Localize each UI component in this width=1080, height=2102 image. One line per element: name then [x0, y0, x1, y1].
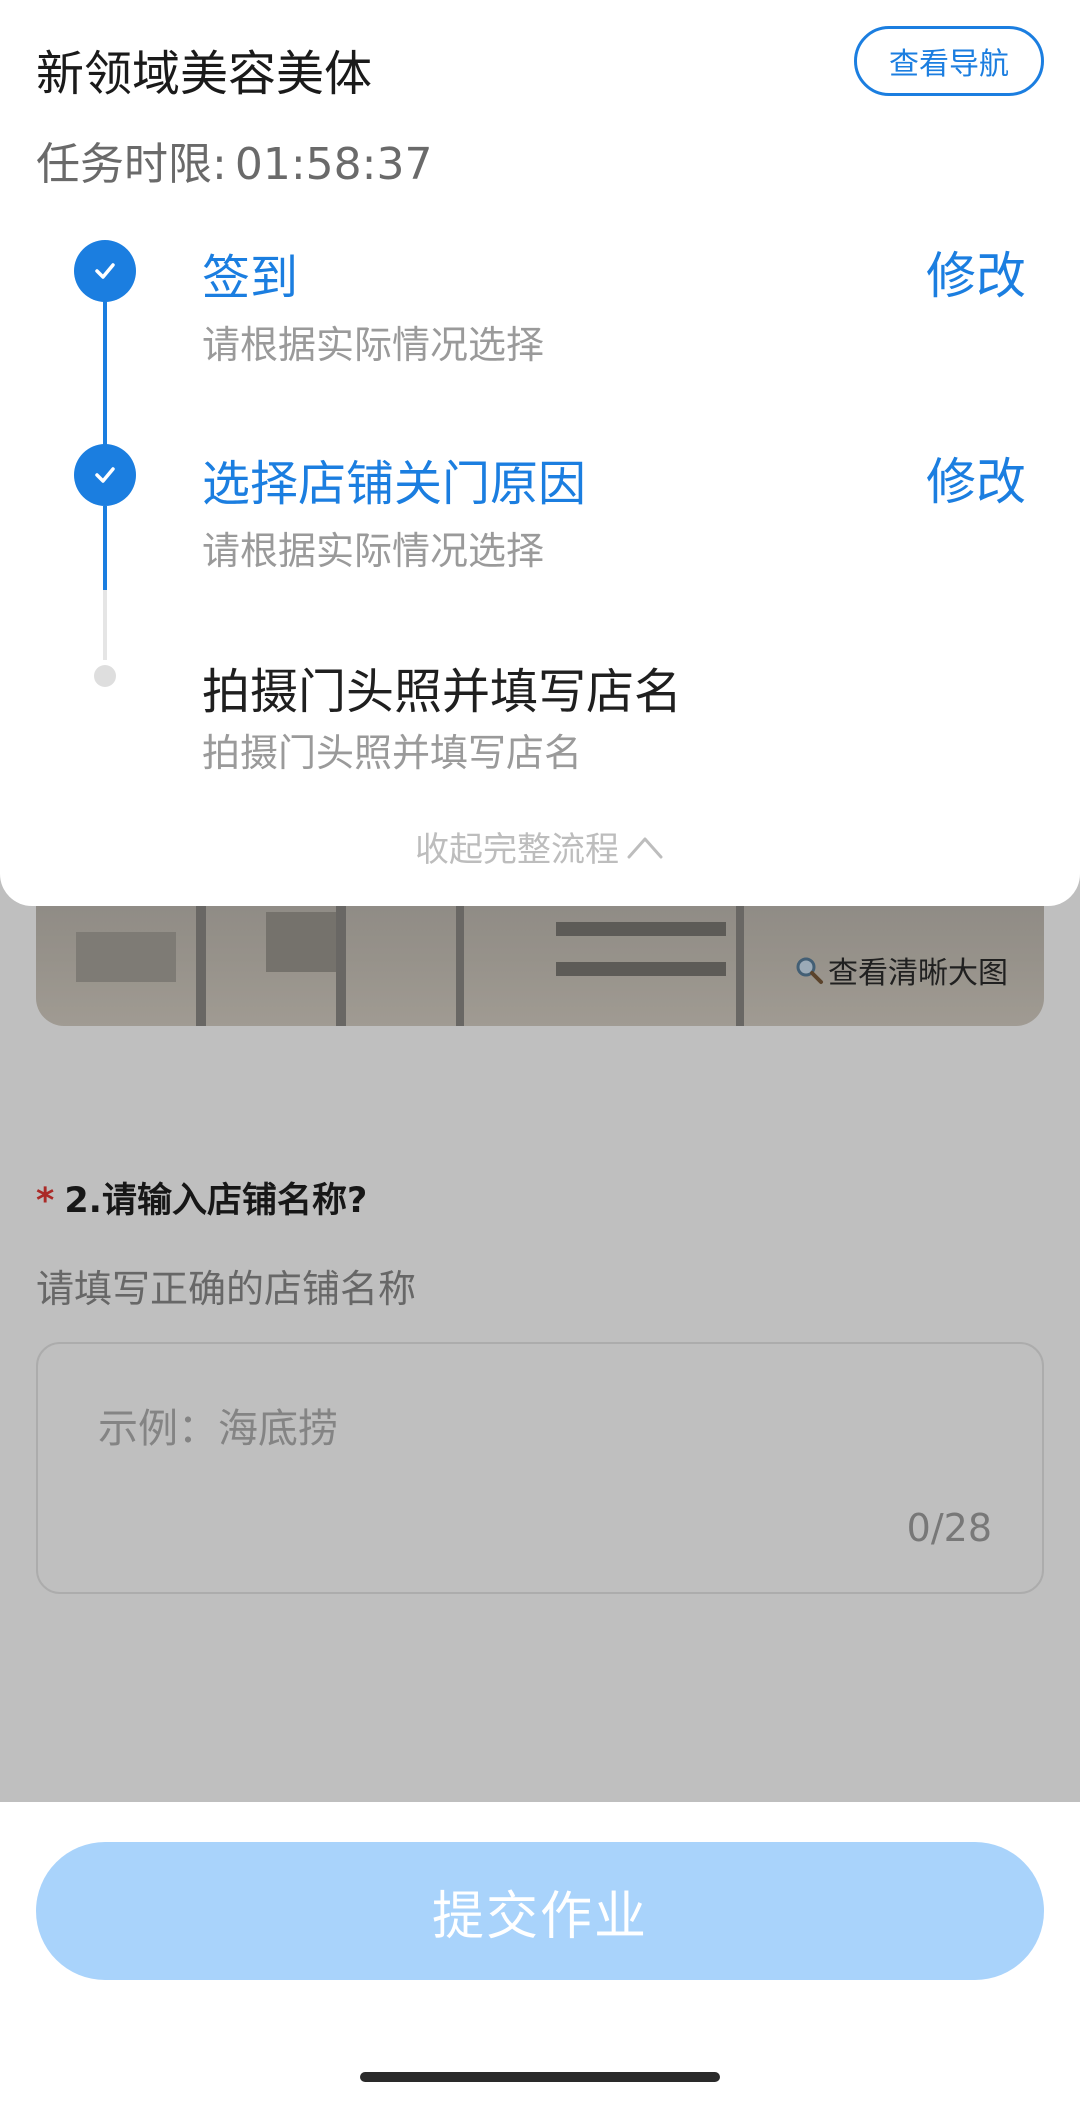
- check-icon: [95, 467, 115, 483]
- timeline-connector: [103, 300, 107, 466]
- step-pending-indicator: [94, 665, 116, 687]
- step-title-checkin: 签到: [202, 250, 299, 306]
- deadline-value: 01:58:37: [234, 139, 433, 190]
- step-subtitle: 拍摄门头照并填写店名: [202, 731, 583, 775]
- check-icon: [95, 263, 115, 279]
- task-deadline: 任务时限: 01:58:37: [36, 128, 432, 192]
- collapse-flow-button[interactable]: 收起完整流程: [0, 822, 1080, 871]
- deadline-label: 任务时限:: [36, 139, 227, 190]
- bottom-action-bar: 提交作业: [0, 1802, 1080, 2102]
- submit-assignment-button[interactable]: 提交作业: [36, 1842, 1044, 1980]
- chevron-up-icon: [627, 837, 663, 858]
- timeline-connector: [103, 506, 107, 590]
- edit-step-checkin-button[interactable]: 修改: [926, 236, 1026, 308]
- step-done-indicator: [74, 444, 136, 506]
- step-done-indicator: [74, 240, 136, 302]
- timeline-connector: [103, 590, 107, 660]
- collapse-flow-label: 收起完整流程: [415, 830, 619, 870]
- home-indicator[interactable]: [360, 2072, 720, 2082]
- edit-step-close-reason-button[interactable]: 修改: [926, 442, 1026, 514]
- step-title-storefront-photo: 拍摄门头照并填写店名: [202, 664, 683, 720]
- step-subtitle: 请根据实际情况选择: [202, 529, 545, 573]
- view-navigation-button[interactable]: 查看导航: [854, 26, 1044, 96]
- step-title-close-reason: 选择店铺关门原因: [202, 456, 587, 512]
- store-title: 新领域美容美体: [36, 46, 373, 102]
- step-subtitle: 请根据实际情况选择: [202, 323, 545, 367]
- task-progress-sheet: 新领域美容美体 查看导航 任务时限: 01:58:37 签到 请根据实际情况选择 …: [0, 0, 1080, 906]
